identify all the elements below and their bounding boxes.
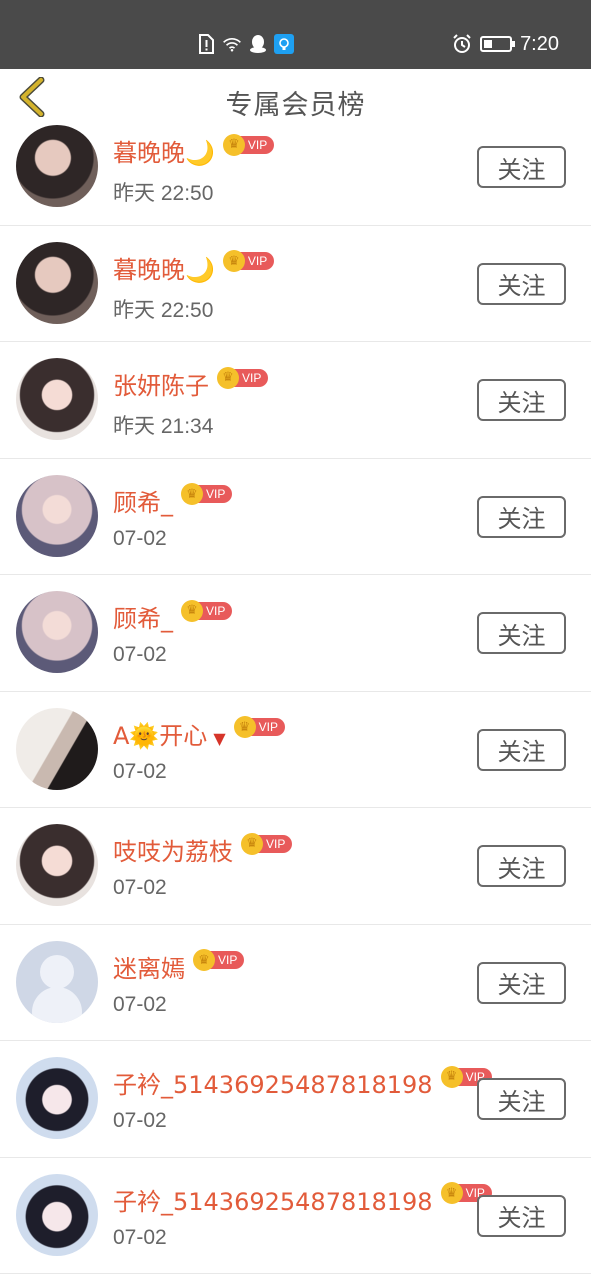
status-icons-right: 7:20 <box>452 31 559 57</box>
follow-button[interactable]: 关注 <box>477 1078 566 1120</box>
name-line: 暮晚晚🌙 ♛ VIP <box>113 250 275 285</box>
list-item[interactable]: 迷离嫣 ♛ VIP 07-02 关注 <box>0 925 591 1041</box>
vip-badge: ♛ VIP <box>222 133 275 156</box>
name-line: 吱吱为荔枝 ♛ VIP <box>113 832 293 867</box>
follow-button[interactable]: 关注 <box>477 1194 566 1237</box>
crown-icon: ♛ <box>222 133 245 156</box>
follow-button[interactable]: 关注 <box>477 845 566 887</box>
crown-icon: ♛ <box>440 1065 463 1088</box>
visit-time: 07-02 <box>113 876 167 899</box>
wifi-icon <box>222 34 242 54</box>
visit-time: 07-02 <box>113 992 167 1016</box>
vip-badge: ♛ VIP <box>222 250 275 272</box>
default-avatar-icon[interactable] <box>16 940 98 1023</box>
user-name[interactable]: 子衿_51436925487818198 <box>113 1065 433 1100</box>
list-item[interactable]: 子衿_51436925487818198 ♛ VIP 07-02 关注 <box>0 1041 591 1158</box>
crown-icon: ♛ <box>217 366 239 389</box>
avatar[interactable] <box>16 591 98 673</box>
crown-icon: ♛ <box>193 949 215 971</box>
follow-button[interactable]: 关注 <box>477 612 566 654</box>
follow-button[interactable]: 关注 <box>477 379 566 421</box>
crown-icon: ♛ <box>181 483 203 505</box>
crown-icon: ♛ <box>241 832 263 855</box>
name-line: 顾希_ ♛ VIP <box>113 599 233 634</box>
list-item[interactable]: 吱吱为荔枝 ♛ VIP 07-02 关注 <box>0 808 591 925</box>
triangle-down-icon: ▼ <box>213 728 226 748</box>
name-line: 迷离嫣 ♛ VIP <box>113 949 245 984</box>
vip-badge: ♛ VIP <box>181 599 233 622</box>
name-line: 子衿_51436925487818198 ♛ VIP <box>113 1182 492 1217</box>
vip-badge: ♛ VIP <box>193 949 245 971</box>
user-name[interactable]: 吱吱为荔枝 <box>113 832 233 867</box>
follow-button[interactable]: 关注 <box>477 146 566 188</box>
avatar[interactable] <box>16 241 98 324</box>
list-item[interactable]: 暮晚晚🌙 ♛ VIP 昨天 22:50 关注 <box>0 226 591 342</box>
name-line: 顾希_ ♛ VIP <box>113 483 233 518</box>
visit-time: 昨天 21:34 <box>113 415 214 438</box>
alarm-icon <box>452 34 472 54</box>
avatar[interactable] <box>16 1173 98 1256</box>
vip-badge: ♛ VIP <box>217 366 269 389</box>
user-name[interactable]: 暮晚晚🌙 <box>113 250 215 285</box>
follow-button[interactable]: 关注 <box>477 961 566 1004</box>
list-item[interactable]: 张妍陈子 ♛ VIP 昨天 21:34 关注 <box>0 342 591 459</box>
user-name[interactable]: A🌞开心 ▼ <box>113 716 226 751</box>
avatar[interactable] <box>16 824 98 906</box>
visit-time: 07-02 <box>113 759 167 783</box>
list-item[interactable]: A🌞开心 ▼ ♛ VIP 07-02 关注 <box>0 692 591 808</box>
member-list: 暮晚晚🌙 ♛ VIP 昨天 22:50 关注 暮晚晚🌙 ♛ VIP 昨天 22:50… <box>0 109 591 1274</box>
user-name[interactable]: 暮晚晚🌙 <box>113 133 215 168</box>
qq-icon <box>248 34 268 54</box>
app-icon <box>274 34 294 54</box>
avatar[interactable] <box>16 358 98 440</box>
status-time: 7:20 <box>520 32 559 55</box>
vip-badge: ♛ VIP <box>233 716 285 738</box>
vip-badge: ♛ VIP <box>181 483 233 505</box>
avatar[interactable] <box>16 474 98 557</box>
user-name[interactable]: 顾希_ <box>113 483 173 518</box>
user-name[interactable]: 顾希_ <box>113 599 173 634</box>
visit-time: 07-02 <box>113 643 167 666</box>
list-item[interactable]: 子衿_51436925487818198 ♛ VIP 07-02 关注 <box>0 1158 591 1274</box>
avatar[interactable] <box>16 1057 98 1139</box>
visit-time: 昨天 22:50 <box>113 298 214 322</box>
crown-icon: ♛ <box>222 250 245 272</box>
name-line: A🌞开心 ▼ ♛ VIP <box>113 716 285 751</box>
visit-time: 07-02 <box>113 1109 167 1132</box>
list-item[interactable]: 暮晚晚🌙 ♛ VIP 昨天 22:50 关注 <box>0 109 591 226</box>
avatar[interactable] <box>16 707 98 790</box>
follow-button[interactable]: 关注 <box>477 495 566 538</box>
name-line: 暮晚晚🌙 ♛ VIP <box>113 133 275 168</box>
battery-icon <box>480 36 516 52</box>
user-name[interactable]: 张妍陈子 <box>113 366 209 401</box>
status-icons-center <box>196 31 294 57</box>
list-item[interactable]: 顾希_ ♛ VIP 07-02 关注 <box>0 459 591 575</box>
user-name[interactable]: 子衿_51436925487818198 <box>113 1182 433 1217</box>
avatar[interactable] <box>16 125 98 207</box>
name-line: 张妍陈子 ♛ VIP <box>113 366 269 401</box>
crown-icon: ♛ <box>233 716 256 738</box>
list-item[interactable]: 顾希_ ♛ VIP 07-02 关注 <box>0 575 591 692</box>
follow-button[interactable]: 关注 <box>477 728 566 771</box>
alert-sim-icon <box>196 34 216 54</box>
user-name[interactable]: 迷离嫣 <box>113 949 185 984</box>
name-line: 子衿_51436925487818198 ♛ VIP <box>113 1065 492 1100</box>
crown-icon: ♛ <box>440 1182 463 1204</box>
follow-button[interactable]: 关注 <box>477 262 566 305</box>
status-bar: 7:20 <box>0 0 591 69</box>
vip-badge: ♛ VIP <box>241 832 293 855</box>
visit-time: 07-02 <box>113 1225 167 1249</box>
visit-time: 昨天 22:50 <box>113 182 214 205</box>
crown-icon: ♛ <box>181 599 203 622</box>
visit-time: 07-02 <box>113 526 167 550</box>
